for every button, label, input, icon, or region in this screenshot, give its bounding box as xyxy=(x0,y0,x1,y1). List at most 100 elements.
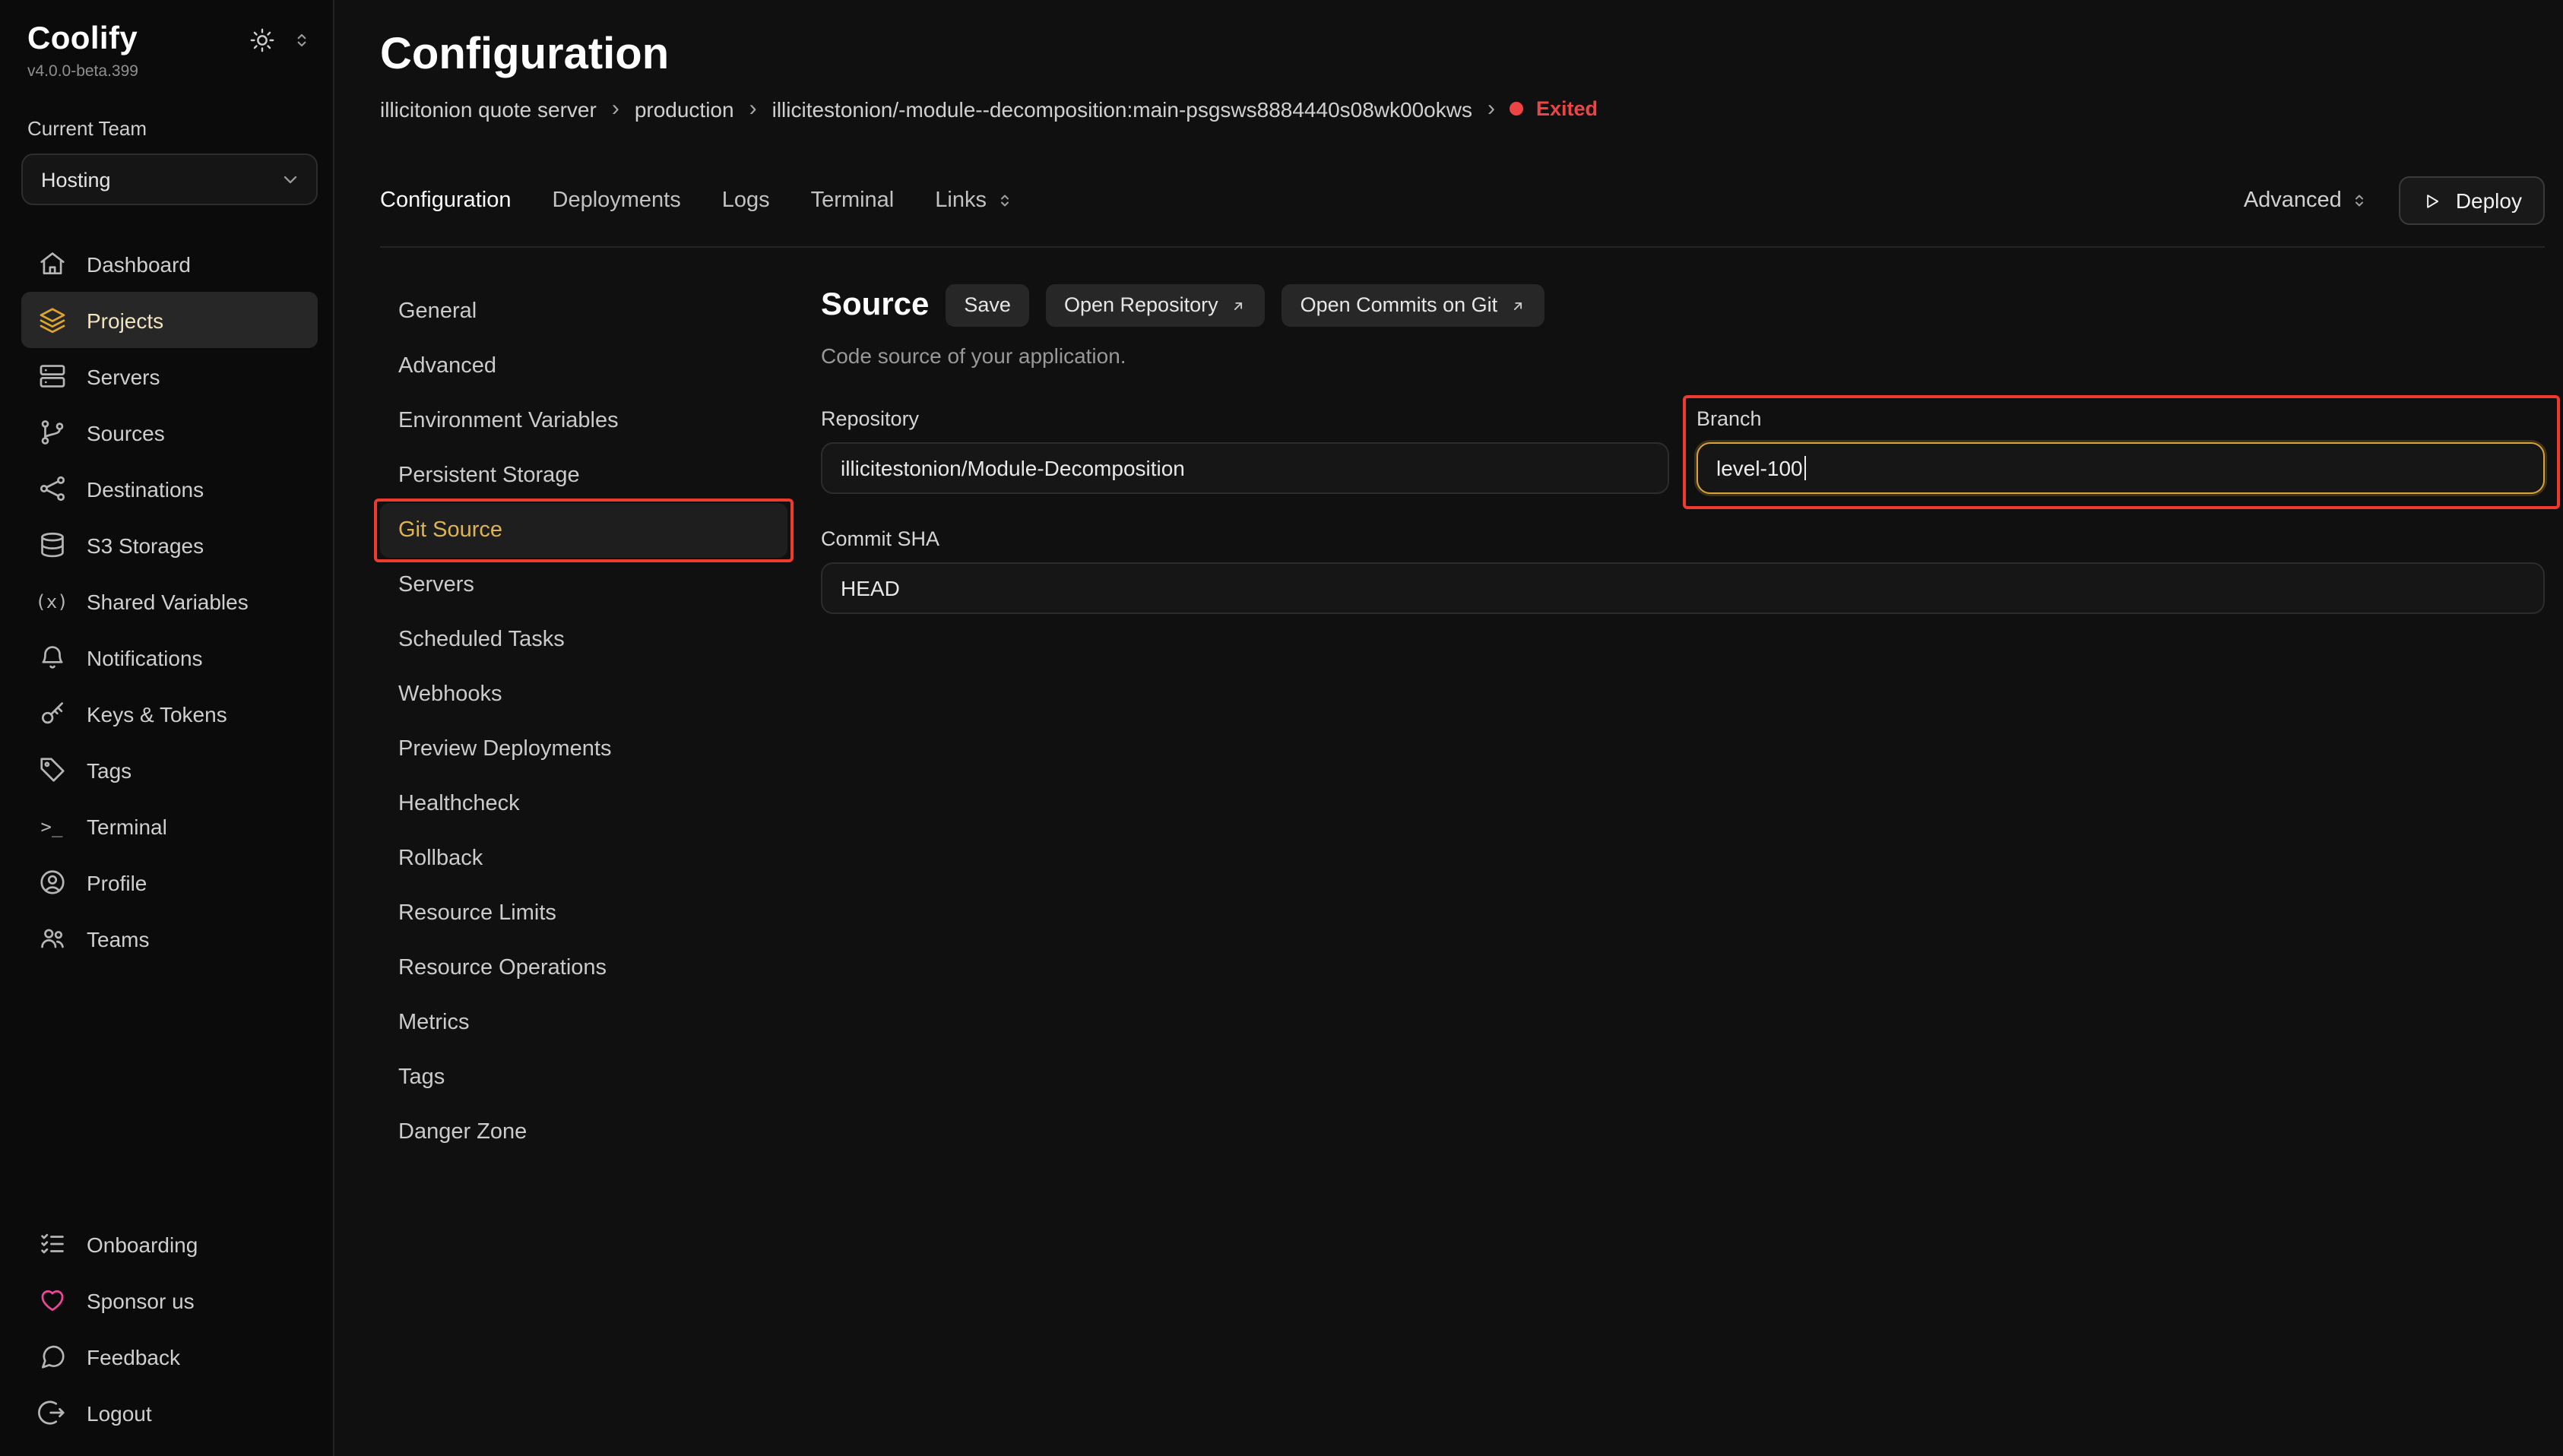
variable-icon: (x) xyxy=(36,586,67,616)
repository-label: Repository xyxy=(821,407,1669,430)
branch-field: Branch level-100 xyxy=(1697,407,2545,494)
breadcrumb-application[interactable]: illicitestonion/-module--decomposition:m… xyxy=(772,97,1472,121)
sidebar-item-destinations[interactable]: Destinations xyxy=(21,461,318,517)
configuration-content: General Advanced Environment Variables P… xyxy=(380,284,2545,1456)
sidebar-item-tags[interactable]: Tags xyxy=(21,742,318,798)
users-icon xyxy=(36,923,67,954)
deploy-button[interactable]: Deploy xyxy=(2400,176,2545,225)
subnav-item-general[interactable]: General xyxy=(380,284,787,339)
chevron-up-down-icon xyxy=(996,191,1014,210)
sidebar-item-projects[interactable]: Projects xyxy=(21,292,318,348)
status-badge: Exited xyxy=(1510,97,1598,120)
sidebar-item-keys-tokens[interactable]: Keys & Tokens xyxy=(21,685,318,742)
current-team-label: Current Team xyxy=(21,117,318,140)
external-link-icon xyxy=(1231,297,1247,314)
tag-icon xyxy=(36,755,67,785)
source-subtitle: Code source of your application. xyxy=(821,343,2545,368)
sidebar-item-logout[interactable]: Logout xyxy=(21,1385,318,1441)
commit-sha-input[interactable] xyxy=(821,562,2545,614)
advanced-dropdown[interactable]: Advanced xyxy=(2244,188,2369,213)
subnav-item-tags[interactable]: Tags xyxy=(380,1050,787,1105)
sidebar-item-sponsor[interactable]: Sponsor us xyxy=(21,1272,318,1328)
sidebar-spacer xyxy=(21,967,318,1185)
app-logo: Coolify xyxy=(27,21,138,58)
key-icon xyxy=(36,698,67,729)
config-subnav: General Advanced Environment Variables P… xyxy=(380,284,787,1456)
subnav-item-persistent-storage[interactable]: Persistent Storage xyxy=(380,448,787,503)
sidebar-item-sources[interactable]: Sources xyxy=(21,404,318,461)
subnav-item-resource-operations[interactable]: Resource Operations xyxy=(380,941,787,995)
chevron-up-down-icon[interactable] xyxy=(292,30,312,49)
chevron-up-down-icon xyxy=(2351,191,2369,210)
heart-icon xyxy=(36,1285,67,1315)
home-icon xyxy=(36,248,67,279)
breadcrumb-environment[interactable]: production xyxy=(635,97,734,121)
subnav-item-healthcheck[interactable]: Healthcheck xyxy=(380,777,787,831)
bell-icon xyxy=(36,642,67,673)
commit-sha-label: Commit SHA xyxy=(821,527,2545,550)
subnav-item-servers[interactable]: Servers xyxy=(380,558,787,612)
subnav-item-environment-variables[interactable]: Environment Variables xyxy=(380,394,787,448)
source-section-header: Source Save Open Repository Open Commits… xyxy=(821,284,2545,327)
user-circle-icon xyxy=(36,867,67,897)
tab-terminal[interactable]: Terminal xyxy=(811,188,895,213)
sidebar-item-dashboard[interactable]: Dashboard xyxy=(21,236,318,292)
git-branch-icon xyxy=(36,417,67,448)
network-icon xyxy=(36,473,67,504)
sidebar-item-servers[interactable]: Servers xyxy=(21,348,318,404)
breadcrumb-separator: › xyxy=(1487,96,1495,122)
logout-icon xyxy=(36,1397,67,1428)
subnav-item-webhooks[interactable]: Webhooks xyxy=(380,667,787,722)
source-title: Source xyxy=(821,287,929,324)
subnav-item-preview-deployments[interactable]: Preview Deployments xyxy=(380,722,787,777)
repository-input[interactable] xyxy=(821,442,1669,494)
sidebar-item-s3-storages[interactable]: S3 Storages xyxy=(21,517,318,573)
breadcrumb: illicitonion quote server › production ›… xyxy=(380,96,2545,122)
git-source-panel: Source Save Open Repository Open Commits… xyxy=(821,284,2545,1456)
branch-input[interactable]: level-100 xyxy=(1697,442,2545,494)
tab-configuration[interactable]: Configuration xyxy=(380,188,512,213)
tab-links[interactable]: Links xyxy=(935,188,1014,213)
checklist-icon xyxy=(36,1229,67,1259)
commit-sha-field: Commit SHA xyxy=(821,527,2545,614)
sidebar-nav: Dashboard Projects Servers Sources Desti… xyxy=(21,236,318,967)
version-label: v4.0.0-beta.399 xyxy=(21,58,318,81)
source-form: Repository Branch level-100 Commit SHA xyxy=(821,407,2545,614)
repository-field: Repository xyxy=(821,407,1669,494)
subnav-item-advanced[interactable]: Advanced xyxy=(380,339,787,394)
theme-sun-icon[interactable] xyxy=(249,27,275,52)
layers-icon xyxy=(36,305,67,335)
chevron-down-icon xyxy=(280,169,301,190)
sidebar-item-notifications[interactable]: Notifications xyxy=(21,629,318,685)
status-dot-icon xyxy=(1510,102,1524,116)
app-window: Coolify v4.0.0-beta.399 Current Team Hos… xyxy=(0,0,2563,1456)
sidebar-item-teams[interactable]: Teams xyxy=(21,910,318,967)
open-commits-button[interactable]: Open Commits on Git xyxy=(1282,284,1545,327)
save-button[interactable]: Save xyxy=(946,284,1029,327)
subnav-item-git-source[interactable]: Git Source xyxy=(380,503,787,558)
subnav-item-rollback[interactable]: Rollback xyxy=(380,831,787,886)
subnav-item-resource-limits[interactable]: Resource Limits xyxy=(380,886,787,941)
open-repository-button[interactable]: Open Repository xyxy=(1046,284,1266,327)
sidebar-item-terminal[interactable]: >_ Terminal xyxy=(21,798,318,854)
sidebar-item-profile[interactable]: Profile xyxy=(21,854,318,910)
sidebar-footer-nav: Onboarding Sponsor us Feedback Logout xyxy=(21,1216,318,1441)
branch-label: Branch xyxy=(1697,407,2545,430)
team-select[interactable]: Hosting xyxy=(21,154,318,205)
tabs-right: Advanced Deploy xyxy=(2244,176,2545,225)
server-icon xyxy=(36,361,67,391)
database-icon xyxy=(36,530,67,560)
breadcrumb-separator: › xyxy=(612,96,619,122)
breadcrumb-project[interactable]: illicitonion quote server xyxy=(380,97,597,121)
subnav-item-scheduled-tasks[interactable]: Scheduled Tasks xyxy=(380,612,787,667)
tab-logs[interactable]: Logs xyxy=(722,188,770,213)
sidebar-item-feedback[interactable]: Feedback xyxy=(21,1328,318,1385)
play-icon xyxy=(2422,191,2442,210)
sidebar-item-onboarding[interactable]: Onboarding xyxy=(21,1216,318,1272)
sidebar: Coolify v4.0.0-beta.399 Current Team Hos… xyxy=(0,0,334,1456)
brand-row: Coolify xyxy=(21,21,318,58)
subnav-item-metrics[interactable]: Metrics xyxy=(380,995,787,1050)
subnav-item-danger-zone[interactable]: Danger Zone xyxy=(380,1105,787,1160)
sidebar-item-shared-variables[interactable]: (x) Shared Variables xyxy=(21,573,318,629)
tab-deployments[interactable]: Deployments xyxy=(553,188,681,213)
